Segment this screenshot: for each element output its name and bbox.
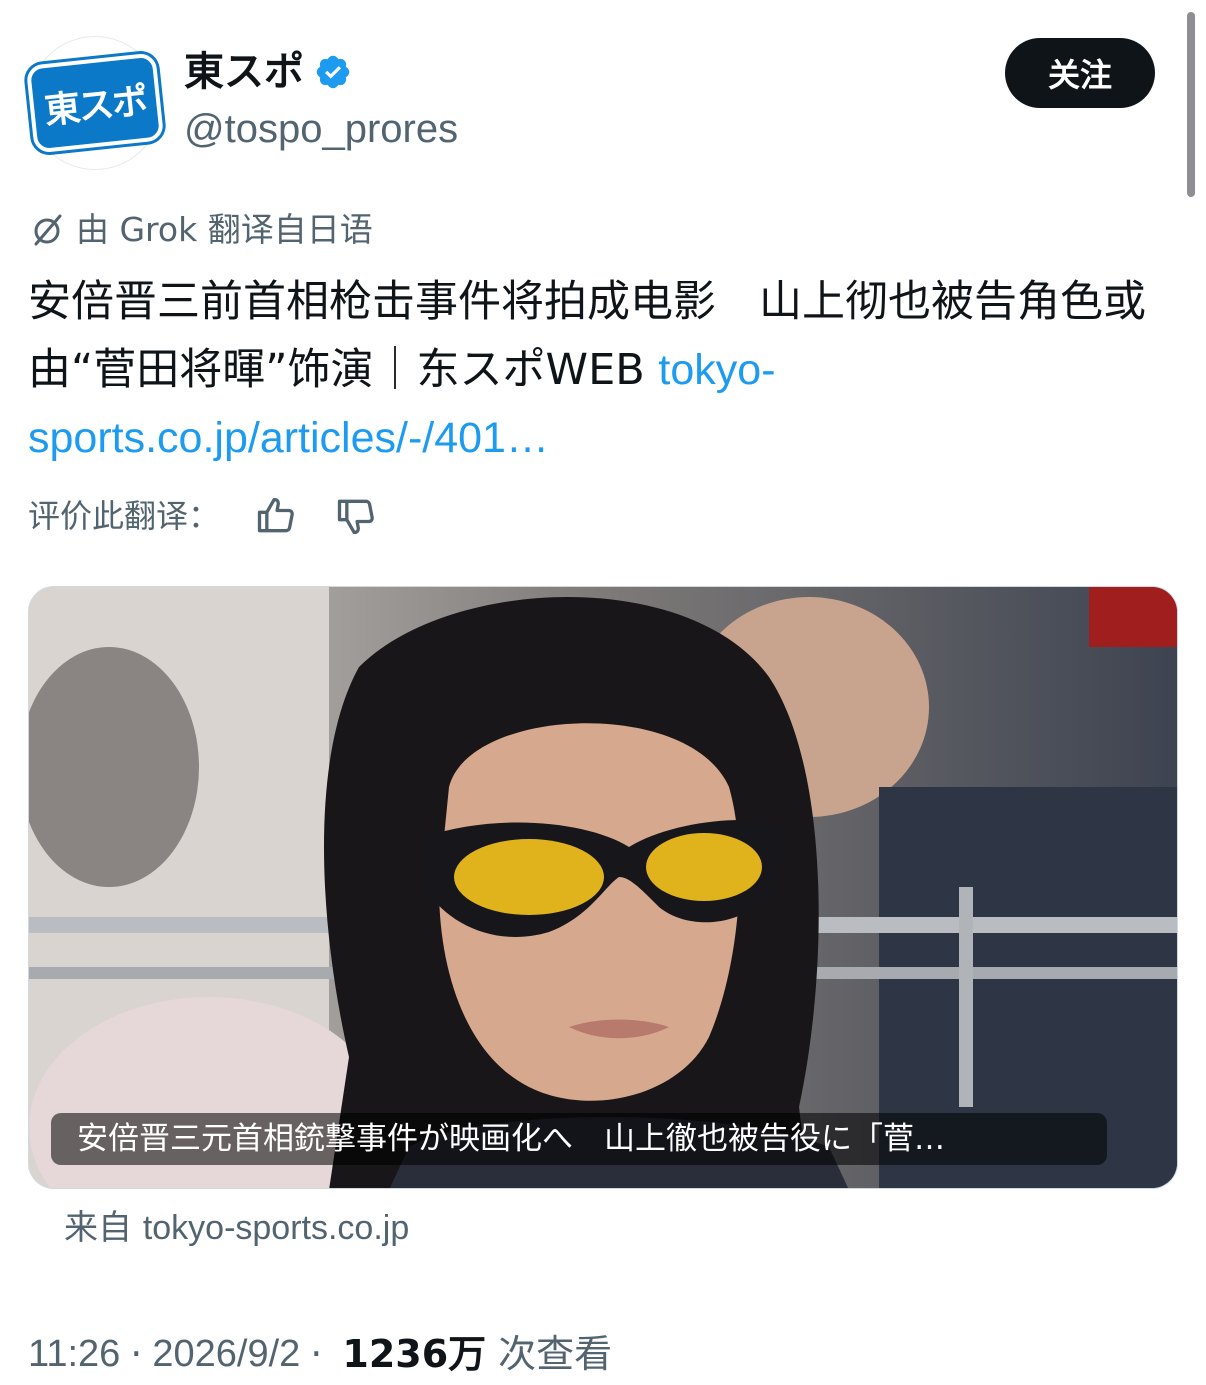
rate-translation-label: 评价此翻译：: [28, 497, 221, 535]
verified-badge-icon: [316, 55, 350, 89]
avatar-logo: 東スポ: [25, 52, 165, 154]
card-caption: 安倍晋三元首相銃撃事件が映画化へ 山上徹也被告役に「菅…: [51, 1113, 1107, 1165]
card-source-domain: tokyo-sports.co.jp: [142, 1209, 410, 1247]
thumbs-down-icon[interactable]: [334, 494, 378, 538]
tweet-meta: 11:26 · 2026/9/2 · 1236万 次查看: [28, 1328, 612, 1380]
card-source-prefix: 来自: [64, 1208, 143, 1248]
avatar[interactable]: 東スポ: [25, 36, 165, 170]
rate-translation-row: 评价此翻译：: [28, 492, 378, 540]
views-count: 1236万: [342, 1332, 487, 1376]
tweet-date[interactable]: 2026/9/2: [152, 1328, 300, 1380]
link-card[interactable]: 安倍晋三元首相銃撃事件が映画化へ 山上徹也被告役に「菅…: [28, 586, 1178, 1189]
separator-dot: ·: [310, 1332, 323, 1376]
tweet-text: 安倍晋三前首相枪击事件将拍成电影 山上彻也被告角色或由“菅田将暉”饰演｜东スポW…: [28, 268, 1168, 472]
follow-button[interactable]: 关注: [1005, 38, 1155, 108]
scrollbar[interactable]: [1187, 12, 1195, 197]
user-handle[interactable]: @tospo_prores: [184, 104, 458, 154]
tweet-body: 安倍晋三前首相枪击事件将拍成电影 山上彻也被告角色或由“菅田将暉”饰演｜东スポW…: [28, 277, 1146, 395]
separator-dot: ·: [130, 1332, 143, 1376]
card-source[interactable]: 来自 tokyo-sports.co.jp: [64, 1204, 409, 1252]
display-name[interactable]: 東スポ: [184, 44, 304, 100]
card-image: [29, 587, 1177, 1188]
translation-label: 由 Grok 翻译自日语: [76, 210, 373, 249]
display-name-row[interactable]: 東スポ: [184, 44, 352, 100]
views-label: 次查看: [498, 1332, 613, 1376]
translated-by-grok[interactable]: 由 Grok 翻译自日语: [28, 206, 373, 254]
grok-icon: [34, 214, 62, 246]
tweet-time[interactable]: 11:26: [28, 1328, 120, 1380]
thumbs-up-icon[interactable]: [254, 494, 298, 538]
